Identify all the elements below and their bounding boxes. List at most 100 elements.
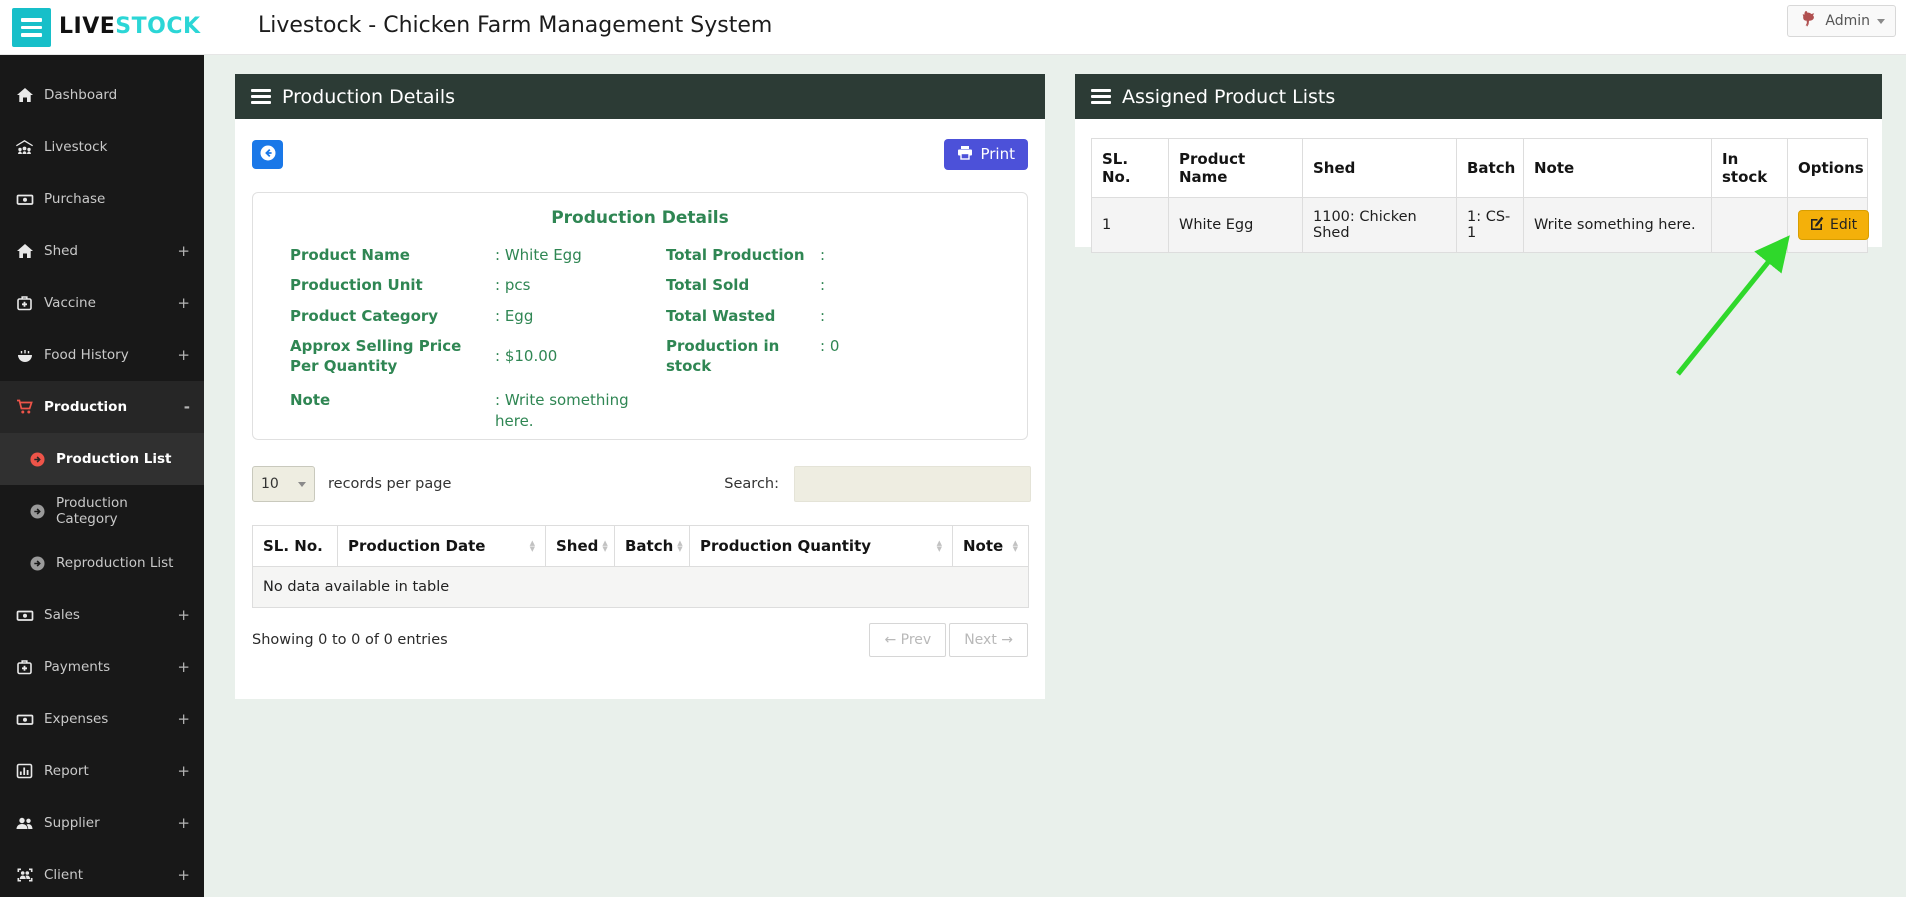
column-header-batch[interactable]: Batch ▲ ▼ [614, 525, 690, 567]
sidebar-item-label: Reproduction List [56, 555, 174, 571]
sidebar-item-production-category[interactable]: Production Category [0, 485, 204, 537]
panel-title: Production Details [282, 85, 455, 108]
sort-icon[interactable]: ▲ ▼ [602, 540, 607, 553]
print-button-label: Print [980, 145, 1015, 163]
production-list-table: SL. No. Production Date ▲ ▼ Shed ▲ ▼ Batch ▲ ▼… [252, 525, 1029, 608]
brand-logo[interactable]: LIVESTOCK [59, 14, 201, 39]
circle-arrow-icon [28, 451, 47, 467]
expand-plus-icon: + [177, 814, 190, 832]
chart-icon [15, 763, 34, 779]
assigned-product-lists-header: Assigned Product Lists [1075, 74, 1882, 119]
expand-plus-icon: + [177, 658, 190, 676]
sort-icon[interactable]: ▲ ▼ [937, 540, 942, 553]
edit-button-label: Edit [1830, 217, 1858, 233]
detail-label: Total Production [666, 246, 805, 264]
expand-plus-icon: + [177, 346, 190, 364]
sidebar-item-report[interactable]: Report + [0, 745, 204, 797]
detail-row-production-in-stock: Production in stock : 0 [640, 336, 1027, 377]
admin-menu-button[interactable]: Admin [1787, 5, 1896, 37]
main-content: Production Details Print Production Deta… [204, 55, 1906, 897]
sidebar-item-label: Client [44, 867, 84, 883]
sidebar-item-label: Vaccine [44, 295, 96, 311]
sidebar-item-shed[interactable]: Shed + [0, 225, 204, 277]
detail-row-total-sold: Total Sold : [640, 275, 1027, 295]
back-button[interactable] [252, 139, 283, 169]
home-icon [15, 87, 34, 103]
detail-value: : White Egg [495, 246, 582, 264]
detail-value: : 0 [820, 336, 840, 355]
panel-menu-icon [251, 86, 271, 107]
detail-row-total-wasted: Total Wasted : [640, 306, 1027, 326]
cart-icon [15, 399, 34, 415]
detail-label: Total Wasted [666, 306, 776, 325]
column-header-sl-no[interactable]: SL. No. [252, 525, 338, 567]
sort-icon[interactable]: ▲ ▼ [677, 540, 682, 553]
sort-icon[interactable]: ▲ ▼ [530, 540, 535, 553]
edit-button[interactable]: Edit [1798, 210, 1870, 240]
sidebar-item-label: Production [44, 399, 128, 415]
money-icon [15, 608, 34, 623]
sidebar-item-production[interactable]: Production - [0, 381, 204, 433]
page-size-value: 10 [261, 476, 279, 492]
column-header-production-date[interactable]: Production Date ▲ ▼ [337, 525, 546, 567]
search-input[interactable] [794, 466, 1031, 502]
back-icon [259, 144, 277, 165]
circle-arrow-icon [28, 503, 47, 519]
table-row: 1 White Egg 1100: Chicken Shed 1: CS-1 W… [1091, 197, 1870, 253]
search-label: Search: [724, 476, 779, 492]
sidebar-item-purchase[interactable]: Purchase [0, 173, 204, 225]
expand-plus-icon: + [177, 866, 190, 884]
page-size-select[interactable]: 10 [252, 466, 315, 502]
sidebar-item-livestock[interactable]: Livestock [0, 121, 204, 173]
edit-icon [1810, 216, 1824, 234]
cell-product-name: White Egg [1168, 197, 1303, 253]
detail-value: : Egg [495, 306, 534, 325]
print-button[interactable]: Print [944, 138, 1028, 170]
expand-plus-icon: + [177, 294, 190, 312]
sidebar-item-food-history[interactable]: Food History + [0, 329, 204, 381]
collapse-minus-icon: - [183, 398, 190, 416]
detail-label: Production Unit [290, 276, 423, 295]
sort-icon[interactable]: ▲ ▼ [1013, 540, 1018, 553]
detail-row-product-name: Product Name : White Egg [253, 245, 640, 265]
sidebar-item-production-list[interactable]: Production List [0, 433, 204, 485]
sidebar-item-label: Expenses [44, 711, 109, 727]
records-per-page-label: records per page [328, 476, 452, 492]
page-title: Livestock - Chicken Farm Management Syst… [258, 13, 773, 38]
sidebar-item-client[interactable]: Client + [0, 849, 204, 897]
column-header-batch: Batch [1456, 138, 1524, 198]
brand-stock: STOCK [115, 14, 201, 39]
detail-label: Total Sold [666, 276, 750, 295]
details-title: Production Details [551, 208, 729, 228]
column-header-note[interactable]: Note ▲ ▼ [952, 525, 1029, 567]
medkit-icon [15, 659, 34, 675]
sidebar-item-sales[interactable]: Sales + [0, 589, 204, 641]
detail-value: : pcs [495, 276, 531, 295]
sidebar-item-label: Livestock [44, 139, 108, 155]
detail-value: : [820, 246, 826, 264]
sidebar-item-dashboard[interactable]: Dashboard [0, 69, 204, 121]
column-header-production-quantity[interactable]: Production Quantity ▲ ▼ [689, 525, 953, 567]
detail-row-product-category: Product Category : Egg [253, 306, 640, 326]
detail-row-total-production: Total Production : [640, 245, 1027, 265]
prev-page-button[interactable]: ← Prev [869, 623, 947, 657]
admin-label: Admin [1825, 13, 1870, 29]
detail-label: Note [290, 391, 331, 410]
detail-label: Product Category [290, 306, 439, 325]
money-icon [15, 192, 34, 207]
column-header-shed[interactable]: Shed ▲ ▼ [545, 525, 615, 567]
expand-plus-icon: + [177, 606, 190, 624]
sidebar-item-vaccine[interactable]: Vaccine + [0, 277, 204, 329]
empty-table-row: No data available in table [252, 566, 1029, 608]
menu-icon[interactable] [12, 8, 51, 47]
sidebar-item-reproduction-list[interactable]: Reproduction List [0, 537, 204, 589]
sidebar-item-supplier[interactable]: Supplier + [0, 797, 204, 849]
sidebar-item-payments[interactable]: Payments + [0, 641, 204, 693]
sidebar-item-label: Purchase [44, 191, 106, 207]
next-page-button[interactable]: Next → [949, 623, 1028, 657]
sidebar-item-expenses[interactable]: Expenses + [0, 693, 204, 745]
cell-options: Edit [1787, 197, 1870, 253]
medkit-icon [15, 295, 34, 311]
chevron-down-icon [298, 481, 306, 487]
printer-icon [957, 145, 973, 164]
